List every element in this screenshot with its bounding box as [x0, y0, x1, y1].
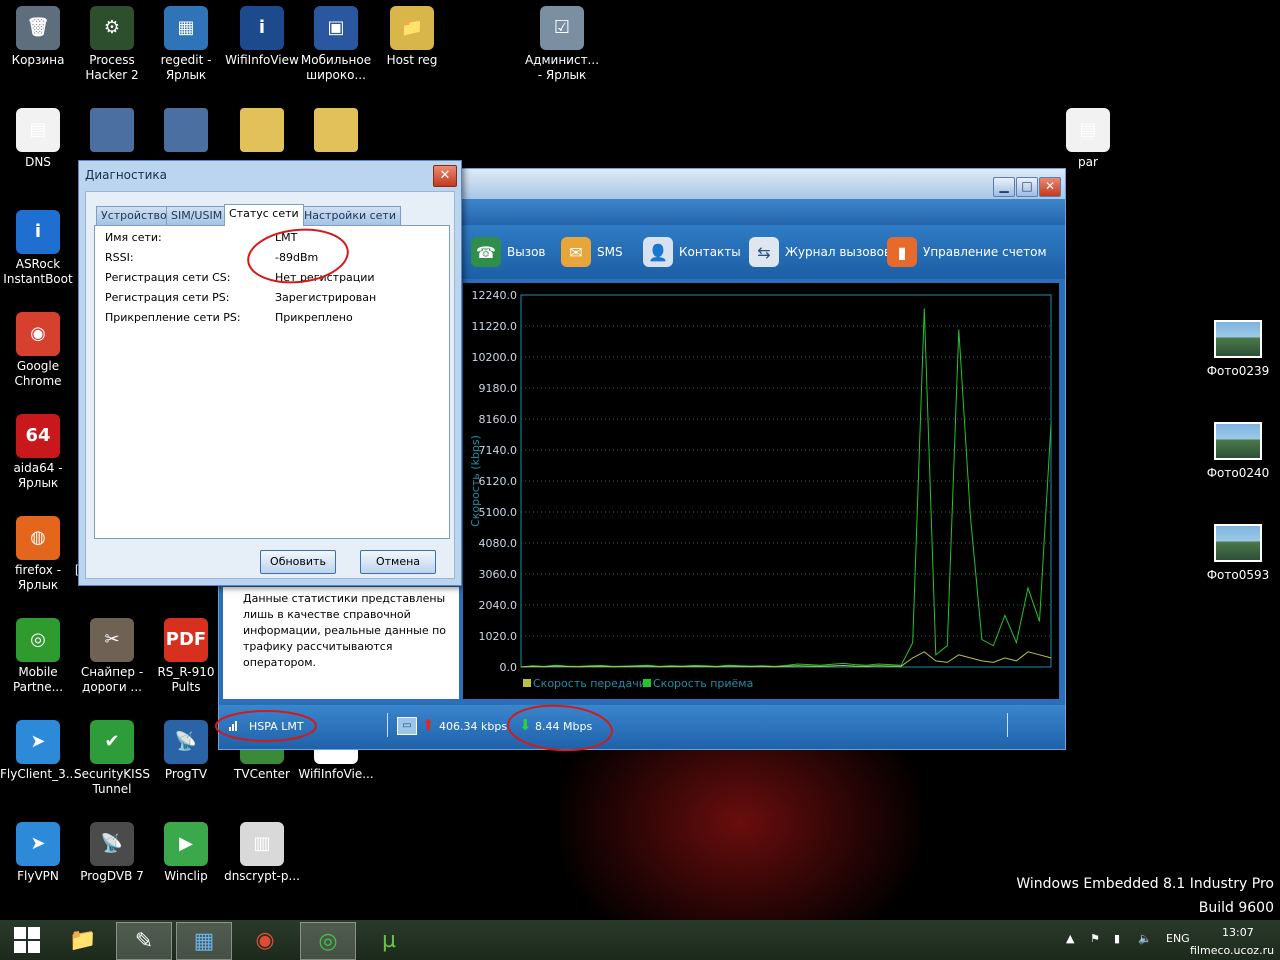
- taskbar: 📁 ✎ ▦ ◉ ◎ µ ▲ ⚑ ▮ 🔈 ENG 13:07 filmeco.uc…: [0, 920, 1280, 960]
- chrome-icon: ◉: [255, 927, 275, 953]
- taskbar-utorrent[interactable]: µ: [362, 922, 416, 958]
- tray-expand-icon[interactable]: ▲: [1066, 932, 1074, 945]
- annotation-overlay: [215, 228, 613, 752]
- tray-volume-icon[interactable]: 🔈: [1138, 932, 1152, 945]
- site-watermark: filmeco.ucoz.ru: [1190, 944, 1275, 957]
- annotation-circle-rssi: [247, 228, 349, 284]
- taskbar-app-1[interactable]: ✎: [116, 922, 172, 960]
- annotation-circle-download: [507, 704, 613, 752]
- os-watermark-line1: Windows Embedded 8.1 Industry Pro: [1016, 876, 1274, 892]
- utorrent-icon: µ: [382, 927, 396, 953]
- mobile-partner-icon: ◎: [318, 928, 338, 954]
- windows-logo-icon: [14, 927, 40, 953]
- taskbar-regedit[interactable]: ▦: [176, 922, 232, 960]
- taskbar-explorer[interactable]: 📁: [56, 922, 110, 958]
- tray-signal-icon[interactable]: ▮: [1114, 932, 1120, 945]
- os-watermark-line2: Build 9600: [1198, 900, 1274, 916]
- tab-network-status[interactable]: Статус сети: [224, 204, 304, 226]
- folder-icon: 📁: [69, 927, 97, 953]
- dns-tool-icon: ✎: [134, 928, 154, 954]
- regedit-icon: ▦: [193, 928, 215, 954]
- start-button[interactable]: [0, 922, 54, 958]
- tray-language[interactable]: ENG: [1166, 932, 1190, 945]
- taskbar-mobile-partner[interactable]: ◎: [300, 922, 356, 960]
- annotation-circle-network: [215, 710, 317, 742]
- taskbar-chrome[interactable]: ◉: [238, 922, 292, 958]
- tray-flag-icon[interactable]: ⚑: [1090, 932, 1100, 945]
- tray-clock[interactable]: 13:07: [1222, 926, 1254, 939]
